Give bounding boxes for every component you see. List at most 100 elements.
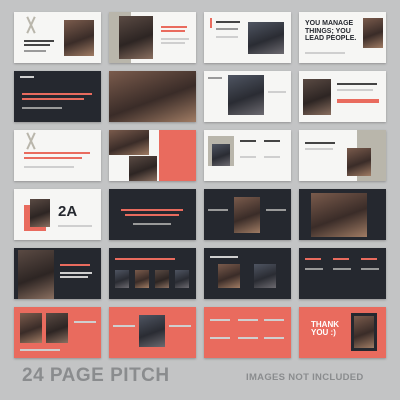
slide-thumbnail[interactable] (109, 189, 196, 240)
text-line (264, 140, 280, 142)
slide-headline: YOU MANAGE THINGS; YOU LEAD PEOPLE. (305, 20, 357, 42)
photo-placeholder (234, 197, 260, 233)
text-line (264, 156, 280, 158)
text-line (113, 325, 135, 327)
text-line (60, 276, 88, 278)
slide-thumbnail[interactable] (14, 12, 101, 63)
text-line (337, 83, 377, 85)
brush-x-mark-icon (22, 16, 40, 34)
slide-thumbnail[interactable] (14, 307, 101, 358)
slide-number-graphic: 2A (58, 203, 78, 220)
slide-thumbnail[interactable] (109, 71, 196, 122)
slide-thumbnail[interactable] (204, 189, 291, 240)
photo-placeholder (311, 193, 367, 237)
slide-thumbnail[interactable] (299, 189, 386, 240)
photo-placeholder (18, 250, 54, 299)
slide-thumbnail[interactable] (109, 248, 196, 299)
slide-thumbnail[interactable] (14, 130, 101, 181)
photo-placeholder (155, 270, 169, 288)
photo-placeholder (228, 75, 264, 115)
brush-x-mark-icon (22, 132, 40, 150)
text-line (333, 258, 349, 260)
text-line (60, 264, 90, 266)
text-line (74, 321, 96, 323)
text-line (58, 225, 92, 227)
text-line (216, 21, 240, 23)
slide-thumbnail[interactable] (204, 71, 291, 122)
thank-you-headline: THANK YOU :) (311, 320, 339, 337)
photo-placeholder (212, 144, 230, 166)
pitch-title: 24 PAGE PITCH (22, 365, 170, 386)
text-line (305, 142, 335, 144)
text-line (115, 258, 175, 260)
slide-thumbnail[interactable] (299, 71, 386, 122)
text-line (266, 209, 286, 211)
text-line (361, 268, 379, 270)
accent-bar (337, 99, 379, 103)
text-line (238, 319, 258, 321)
text-line (208, 209, 228, 211)
text-line (337, 89, 373, 91)
text-line (24, 40, 54, 42)
slide-thumbnail[interactable]: THANK YOU :) (299, 307, 386, 358)
text-line (305, 52, 345, 54)
slide-thumbnail[interactable]: 2A (14, 189, 101, 240)
text-line (210, 319, 230, 321)
text-line (264, 319, 284, 321)
slide-thumbnail[interactable] (109, 307, 196, 358)
text-line (121, 209, 183, 211)
photo-placeholder (115, 270, 129, 288)
text-line (264, 337, 284, 339)
text-line (238, 337, 258, 339)
text-line (210, 337, 230, 339)
photo-placeholder (139, 315, 165, 347)
slide-thumbnail[interactable] (204, 307, 291, 358)
text-line (305, 268, 323, 270)
text-line (24, 152, 90, 154)
text-line (20, 349, 60, 351)
text-line (125, 214, 179, 216)
text-line (22, 98, 84, 100)
text-line (161, 30, 185, 32)
text-line (24, 157, 82, 159)
text-line (216, 28, 238, 30)
text-line (240, 140, 256, 142)
slide-thumbnail[interactable] (299, 130, 386, 181)
slide-thumbnail[interactable]: YOU MANAGE THINGS; YOU LEAD PEOPLE. (299, 12, 386, 63)
slide-thumbnail[interactable] (204, 12, 291, 63)
slide-thumbnail[interactable] (109, 12, 196, 63)
text-line (210, 256, 238, 258)
text-line (20, 76, 34, 78)
text-line (24, 166, 74, 168)
text-line (305, 148, 333, 150)
text-line (268, 91, 286, 93)
slide-thumbnail[interactable] (14, 248, 101, 299)
text-line (240, 156, 256, 158)
photo-placeholder (20, 313, 42, 343)
images-note: IMAGES NOT INCLUDED (246, 372, 364, 383)
slide-thumbnail[interactable] (204, 248, 291, 299)
photo-placeholder (248, 22, 284, 54)
text-line (133, 223, 171, 225)
photo-placeholder (64, 20, 94, 56)
text-line (161, 38, 189, 40)
slide-thumbnail-grid: YOU MANAGE THINGS; YOU LEAD PEOPLE. 2A T… (14, 12, 386, 358)
color-block (159, 130, 196, 181)
text-line (24, 44, 50, 46)
photo-placeholder (46, 313, 68, 343)
photo-placeholder (109, 71, 196, 122)
photo-placeholder (129, 156, 157, 181)
text-line (216, 36, 238, 38)
text-line (22, 107, 62, 109)
photo-placeholder (30, 199, 50, 227)
text-line (169, 325, 191, 327)
photo-placeholder (218, 264, 240, 288)
slide-thumbnail[interactable] (14, 71, 101, 122)
photo-placeholder (119, 16, 153, 59)
slide-thumbnail[interactable] (109, 130, 196, 181)
photo-placeholder (354, 316, 374, 348)
slide-thumbnail[interactable] (299, 248, 386, 299)
text-line (24, 50, 46, 52)
text-line (361, 258, 377, 260)
slide-thumbnail[interactable] (204, 130, 291, 181)
